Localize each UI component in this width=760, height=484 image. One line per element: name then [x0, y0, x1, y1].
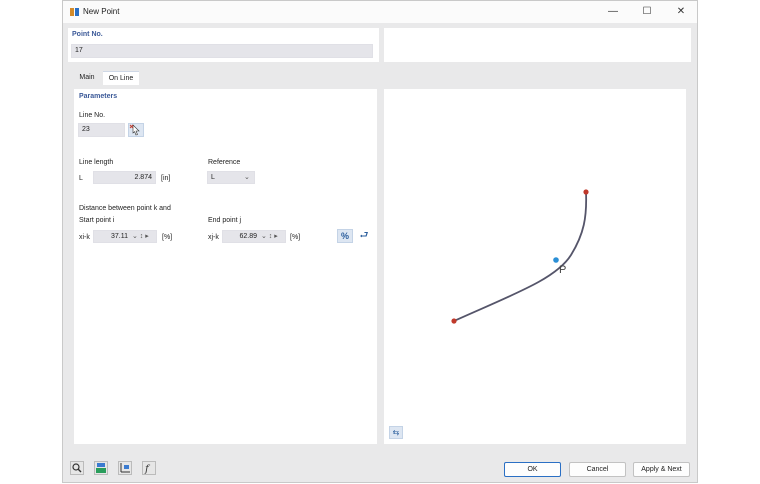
view-options-icon[interactable]: ⇆	[389, 426, 403, 439]
distance-label: Distance between point k and	[79, 205, 171, 212]
start-symbol: xi-k	[79, 234, 90, 241]
percent-toggle-icon[interactable]: %	[337, 229, 353, 243]
app-icon	[70, 8, 79, 16]
minimize-button[interactable]: —	[598, 3, 628, 21]
new-point-marker	[553, 257, 559, 263]
chevron-down-icon: ⌄	[244, 174, 250, 181]
function-icon[interactable]: f	[142, 461, 156, 475]
reference-label: Reference	[208, 159, 241, 166]
parameters-heading: Parameters	[79, 93, 118, 100]
tab-on-line-label: On Line	[108, 75, 134, 82]
parameters-panel: Parameters Line No. 23 Line length L 2.8…	[74, 89, 377, 444]
search-zoom-icon[interactable]	[70, 461, 84, 475]
preview-panel: P ⇆	[384, 89, 686, 444]
start-node	[451, 318, 457, 324]
new-point-dialog: New Point — ☐ ✕ Point No. 17 Main On Lin…	[62, 0, 698, 483]
start-dropdown-icon[interactable]: ⌄ ↕ ▸	[132, 232, 149, 240]
point-number-panel: Point No. 17	[68, 28, 379, 62]
line-no-field[interactable]: 23	[78, 123, 125, 137]
line-no-label: Line No.	[79, 112, 106, 119]
tab-main-label: Main	[79, 74, 95, 81]
line-length-field: 2.874	[93, 171, 156, 184]
numeric-value-icon[interactable]	[94, 461, 108, 475]
pick-line-button[interactable]	[128, 123, 144, 137]
line-length-symbol: L	[79, 175, 83, 182]
line-length-unit: [in]	[161, 175, 171, 182]
point-number-field[interactable]: 17	[71, 44, 373, 58]
reverse-direction-icon[interactable]: ⮐	[356, 229, 372, 243]
point-label: P	[559, 264, 566, 276]
line-preview: P	[451, 189, 589, 324]
comment-panel	[384, 28, 691, 62]
point-number-value: 17	[75, 47, 83, 54]
window-title: New Point	[83, 7, 120, 16]
tab-on-line[interactable]: On Line	[103, 71, 139, 85]
coordinate-icon[interactable]	[118, 461, 132, 475]
end-point-value: 62.89	[239, 233, 257, 240]
apply-next-button[interactable]: Apply & Next	[633, 462, 690, 477]
end-node	[583, 189, 589, 195]
reference-value: L	[211, 174, 215, 181]
line-no-value: 23	[82, 126, 90, 133]
ok-button[interactable]: OK	[504, 462, 561, 477]
line-length-value: 2.874	[134, 174, 152, 181]
end-dropdown-icon[interactable]: ⌄ ↕ ▸	[261, 232, 278, 240]
end-point-label: End point j	[208, 217, 242, 224]
point-number-header: Point No.	[72, 31, 103, 38]
tab-main[interactable]: Main	[74, 71, 100, 84]
close-button[interactable]: ✕	[666, 3, 696, 21]
reference-select[interactable]: L ⌄	[207, 171, 255, 184]
start-point-value: 37.11	[111, 233, 128, 240]
end-symbol: xj-k	[208, 234, 219, 241]
pick-cursor-icon	[129, 124, 140, 136]
maximize-button[interactable]: ☐	[632, 3, 662, 21]
start-point-label: Start point i	[79, 217, 115, 224]
line-length-label: Line length	[79, 159, 114, 166]
cancel-button[interactable]: Cancel	[569, 462, 626, 477]
line-curve	[453, 191, 588, 322]
start-unit: [%]	[162, 234, 173, 241]
title-bar: New Point — ☐ ✕	[63, 1, 697, 23]
end-unit: [%]	[290, 234, 301, 241]
